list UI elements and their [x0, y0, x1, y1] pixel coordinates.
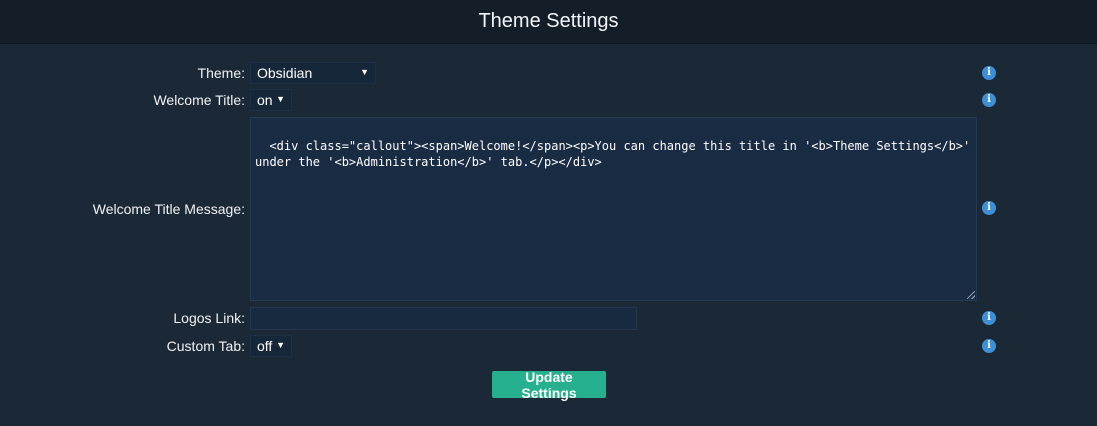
logos-link-input[interactable]: [250, 307, 637, 330]
welcome-title-label: Welcome Title:: [153, 92, 245, 108]
info-icon[interactable]: i: [982, 201, 996, 215]
update-settings-button[interactable]: Update Settings: [492, 369, 606, 401]
welcome-message-label: Welcome Title Message:: [92, 201, 245, 217]
theme-select-value: Obsidian: [257, 65, 313, 81]
welcome-message-text: <div class="callout"><span>Welcome!</spa…: [255, 139, 977, 169]
welcome-message-textarea[interactable]: <div class="callout"><span>Welcome!</spa…: [250, 117, 977, 301]
resize-handle-icon[interactable]: [967, 291, 975, 299]
custom-tab-label: Custom Tab:: [166, 338, 245, 354]
chevron-down-icon: ▼: [276, 94, 285, 104]
logos-link-label: Logos Link:: [173, 310, 245, 326]
chevron-down-icon: ▼: [276, 340, 285, 350]
info-icon[interactable]: i: [982, 66, 996, 80]
info-icon[interactable]: i: [982, 339, 996, 353]
chevron-down-icon: ▼: [360, 67, 369, 77]
welcome-title-select-value: on: [257, 92, 273, 108]
welcome-title-select[interactable]: on ▼: [250, 89, 292, 111]
custom-tab-select-value: off: [257, 338, 273, 354]
page-title: Theme Settings: [478, 10, 619, 32]
info-icon[interactable]: i: [982, 93, 996, 107]
page-header: Theme Settings: [0, 0, 1097, 44]
info-icon[interactable]: i: [982, 311, 996, 325]
theme-select[interactable]: Obsidian ▼: [250, 62, 376, 84]
custom-tab-select[interactable]: off ▼: [250, 335, 292, 357]
theme-label: Theme:: [197, 65, 245, 81]
